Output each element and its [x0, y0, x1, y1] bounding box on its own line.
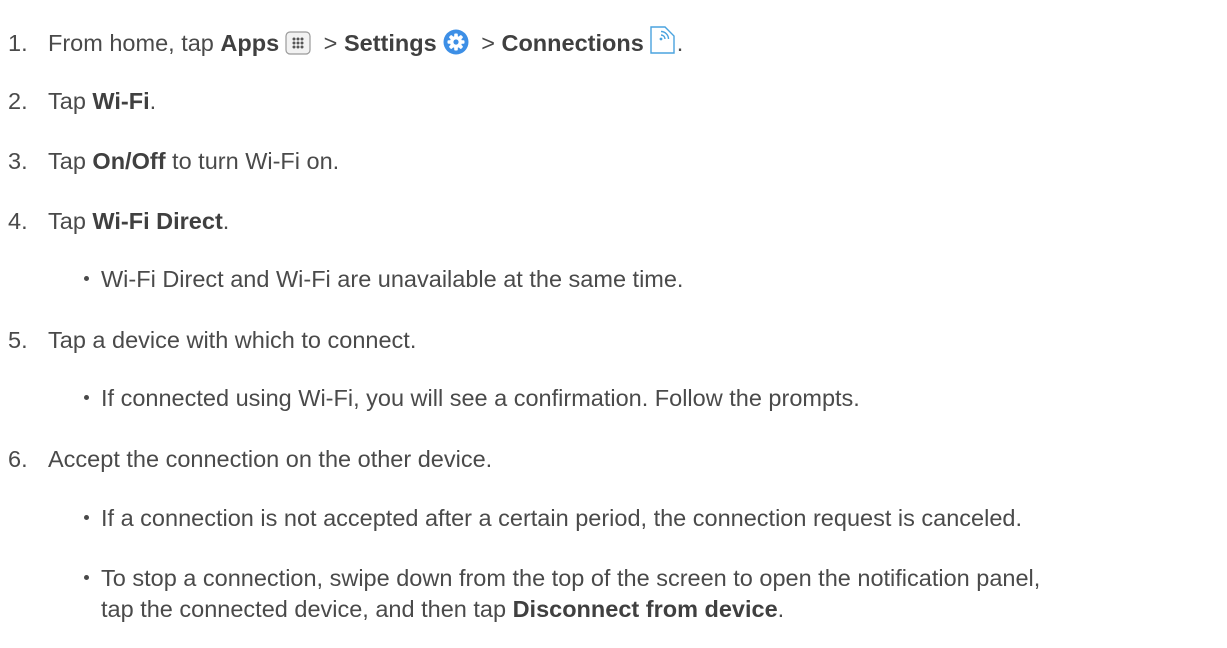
settings-gear-icon [443, 29, 469, 62]
step-text: Tap a device with which to connect. [48, 327, 417, 353]
bullet-text: To stop a connection, swipe down from th… [101, 565, 1041, 591]
step-text: From home, tap [48, 30, 221, 56]
settings-label: Settings [343, 30, 437, 56]
step-1: 1. From home, tap Apps > Settings > Conne… [8, 25, 683, 62]
connections-label: Connections [501, 30, 644, 56]
step-text: Tap [48, 88, 93, 114]
bullet-step-6a: If a connection is not accepted after a … [84, 503, 1022, 533]
step-end: . [676, 30, 684, 56]
step-4: 4. Tap Wi-Fi Direct. [8, 206, 229, 236]
wifi-direct-label: Wi-Fi Direct [92, 208, 223, 234]
step-number: 3. [8, 148, 28, 174]
bullet-text: tap the connected device, and then tap [101, 596, 513, 622]
separator: > [474, 30, 502, 56]
step-text-end: to turn Wi-Fi on. [165, 148, 340, 174]
step-end: . [149, 88, 157, 114]
bullet-text-end: . [777, 596, 785, 622]
bullet-text: If a connection is not accepted after a … [101, 505, 1022, 531]
step-number: 4. [8, 208, 28, 234]
step-text: Accept the connection on the other devic… [48, 446, 493, 472]
apps-grid-icon [285, 31, 311, 62]
bullet-icon [84, 395, 89, 401]
on-off-label: On/Off [92, 148, 166, 174]
bullet-text: If connected using Wi-Fi, you will see a… [101, 385, 860, 411]
step-5: 5. Tap a device with which to connect. [8, 325, 416, 355]
bullet-icon [84, 575, 89, 581]
connections-icon [648, 25, 676, 62]
wifi-label: Wi-Fi [92, 88, 150, 114]
step-text: Tap [48, 208, 93, 234]
step-end: . [222, 208, 230, 234]
step-2: 2. Tap Wi-Fi. [8, 86, 156, 116]
bullet-step-4: Wi-Fi Direct and Wi-Fi are unavailable a… [84, 264, 683, 294]
apps-label: Apps [220, 30, 280, 56]
bullet-step-6b-continued: tap the connected device, and then tap D… [101, 594, 784, 624]
bullet-icon [84, 276, 89, 282]
disconnect-label: Disconnect from device [512, 596, 778, 622]
bullet-step-6b: To stop a connection, swipe down from th… [84, 563, 1040, 593]
step-number: 6. [8, 446, 28, 472]
bullet-icon [84, 515, 89, 521]
step-number: 2. [8, 88, 28, 114]
step-text: Tap [48, 148, 93, 174]
step-3: 3. Tap On/Off to turn Wi-Fi on. [8, 146, 339, 176]
bullet-step-5: If connected using Wi-Fi, you will see a… [84, 383, 860, 413]
step-6: 6. Accept the connection on the other dev… [8, 444, 492, 474]
separator: > [317, 30, 344, 56]
bullet-text: Wi-Fi Direct and Wi-Fi are unavailable a… [101, 266, 684, 292]
step-number: 5. [8, 327, 28, 353]
step-number: 1. [8, 30, 28, 56]
